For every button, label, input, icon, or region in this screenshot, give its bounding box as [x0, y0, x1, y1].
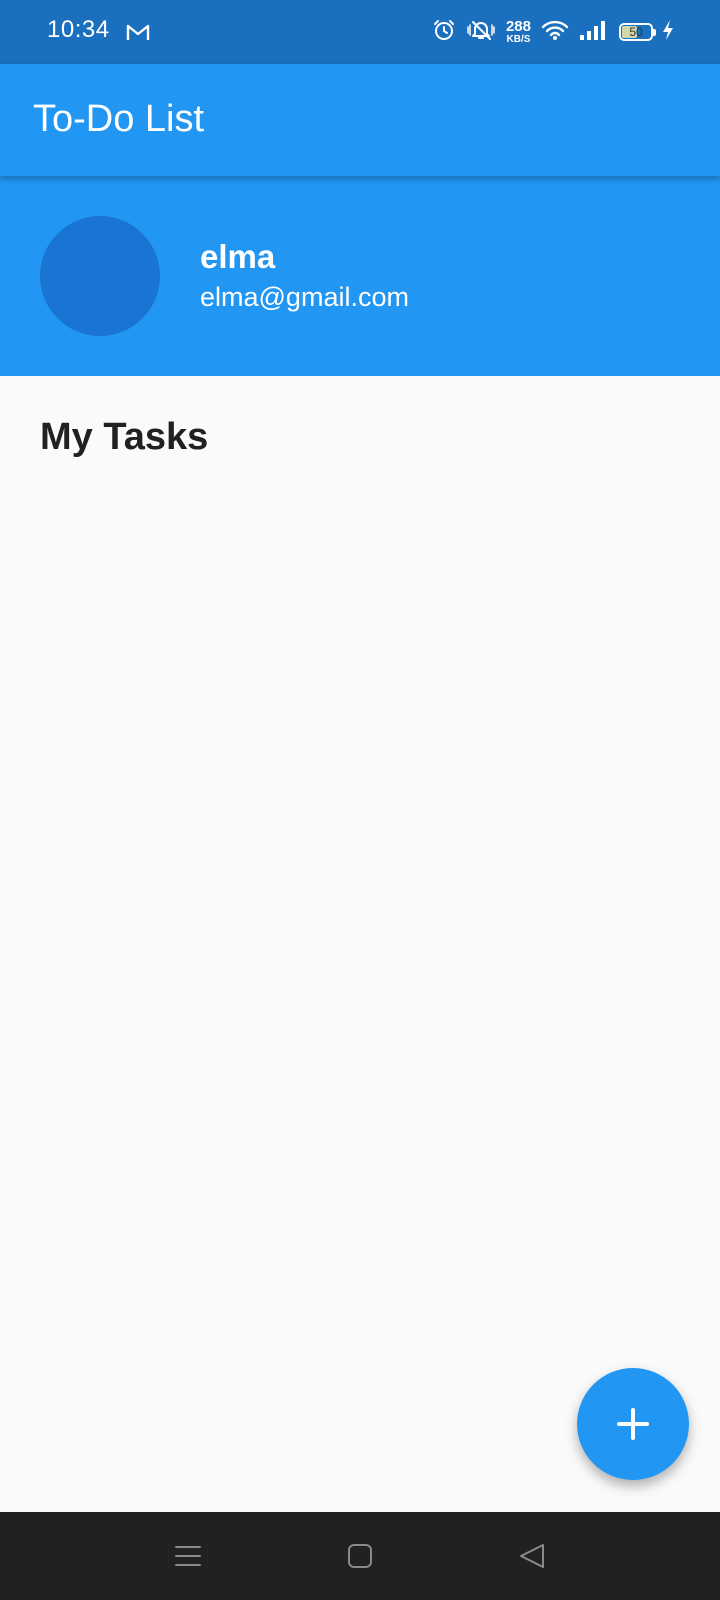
battery-level: 50	[629, 25, 643, 39]
add-task-button[interactable]	[577, 1368, 689, 1480]
menu-icon[interactable]	[170, 1538, 206, 1574]
home-icon[interactable]	[342, 1538, 378, 1574]
battery-icon: 50	[619, 23, 656, 41]
profile-header: elma elma@gmail.com	[0, 176, 720, 376]
status-bar: 10:34 288 KB/S 50	[0, 0, 720, 64]
charging-icon	[661, 19, 675, 46]
network-speed-value: 288	[505, 18, 531, 35]
avatar[interactable]	[40, 216, 160, 336]
app-title: To-Do List	[33, 98, 205, 140]
back-icon[interactable]	[514, 1538, 550, 1574]
navigation-bar	[0, 1512, 720, 1600]
vibrate-off-icon	[466, 18, 496, 47]
alarm-icon	[432, 18, 456, 47]
signal-icon	[579, 19, 607, 46]
app-bar: To-Do List	[0, 64, 720, 176]
wifi-icon	[541, 19, 569, 46]
status-icons: 288 KB/S 50	[422, 14, 675, 50]
section-title: My Tasks	[40, 416, 209, 458]
profile-email: elma@gmail.com	[200, 282, 409, 312]
gmail-icon	[126, 21, 150, 43]
network-speed: 288 KB/S	[506, 19, 531, 45]
network-speed-unit: KB/S	[506, 34, 531, 45]
status-time: 10:34	[47, 16, 110, 43]
profile-name: elma	[200, 238, 276, 275]
